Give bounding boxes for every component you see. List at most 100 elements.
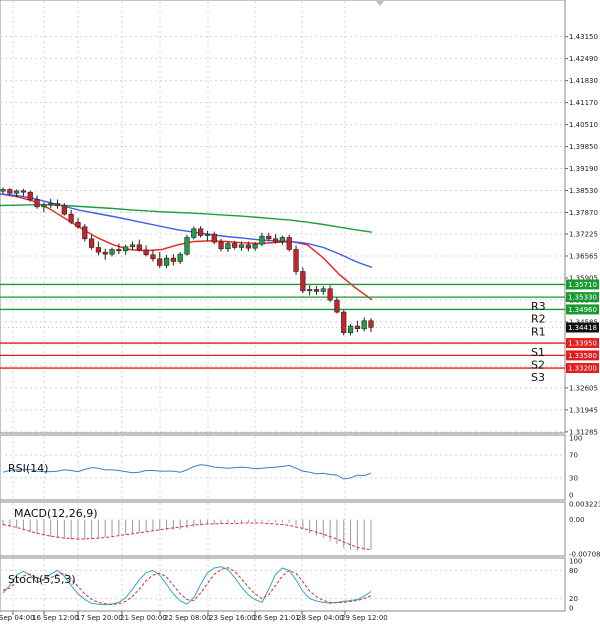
macd-tick-label: 0.003223: [569, 501, 600, 509]
stoch-tick-label: 100: [569, 558, 582, 566]
rsi-tick-label: 30: [569, 474, 578, 482]
candles: [0, 187, 374, 336]
candle-body: [341, 311, 347, 334]
candle-body: [354, 325, 360, 330]
candle-body: [286, 237, 292, 250]
level-price-label: 1.34960: [568, 306, 597, 314]
stoch-tick-label: 20: [569, 595, 578, 603]
candle-body: [300, 271, 306, 292]
stoch-tick-label: 80: [569, 567, 578, 575]
stoch-panel: 10080 20 0 Stoch(5,5,3): [0, 557, 582, 613]
candle-body: [170, 257, 176, 262]
candle-body: [0, 189, 6, 192]
current-price-label: 1.34418: [568, 324, 597, 332]
candle-body: [368, 320, 374, 328]
time-tick-label: 29 Sep 12:00: [341, 614, 388, 622]
candle-body: [34, 199, 40, 208]
price-tick-label: 1.38530: [569, 187, 598, 195]
rsi-series: [2, 464, 372, 480]
candle-body: [279, 237, 286, 242]
level-price-label: 1.35710: [568, 281, 597, 289]
price-tick-label: 1.40510: [569, 121, 598, 129]
time-tick-label: 28 Sep 04:00: [297, 614, 344, 622]
price-tick-label: 1.42490: [569, 55, 598, 63]
candle-body: [252, 243, 258, 249]
candle-body: [143, 249, 149, 256]
stoch-label: Stoch(5,5,3): [8, 573, 76, 586]
candle-body: [320, 288, 326, 292]
macd-panel: 0.0032230.00-0.007088 MACD(12,26,9): [0, 501, 600, 559]
candle-body: [7, 189, 13, 194]
stoch-grid: [0, 559, 565, 610]
level-name: S1: [531, 346, 545, 359]
candle-body: [218, 241, 224, 250]
rsi-tick-label: 70: [569, 452, 578, 460]
rsi-axis: 100 70 30 0: [569, 435, 582, 500]
candle-body: [313, 289, 320, 292]
candle-body: [102, 251, 108, 255]
level-name: S3: [531, 371, 545, 384]
candle-body: [177, 253, 183, 262]
price-tick-label: 1.36565: [569, 252, 598, 260]
level-name: R2: [531, 312, 546, 325]
candle-body: [41, 204, 47, 208]
candle-body: [20, 190, 27, 193]
candle-body: [211, 233, 217, 243]
rsi-tick-label: 100: [569, 435, 582, 443]
candle-body: [14, 190, 20, 194]
candle-body: [191, 228, 197, 238]
candle-body: [327, 288, 333, 301]
macd-histogram: [2, 519, 372, 551]
level-price-label: 1.33580: [568, 352, 597, 360]
candle-body: [204, 233, 211, 236]
stoch-axis: 10080 20 0: [569, 558, 582, 613]
candle-body: [88, 238, 95, 248]
candle-body: [27, 191, 33, 200]
price-grid: [0, 1, 565, 433]
candle-body: [245, 244, 251, 249]
time-axis: Sep 04:0016 Sep 12:0017 Sep 20:0021 Sep …: [0, 611, 388, 622]
moving-average-line: [0, 204, 373, 233]
candle-body: [238, 244, 245, 248]
level-name-r1: R1: [531, 325, 546, 338]
candle-body: [109, 249, 115, 255]
candle-body: [184, 237, 190, 255]
candle-body: [163, 257, 170, 266]
price-tick-label: 1.43150: [569, 33, 598, 41]
time-tick-label: 16 Sep 12:00: [32, 614, 79, 622]
candle-body: [116, 249, 122, 252]
rsi-label: RSI(14): [8, 462, 48, 475]
candle-body: [123, 246, 129, 252]
level-price-label: 1.33200: [568, 365, 597, 373]
candle-body: [272, 238, 279, 242]
macd-tick-label: 0.00: [569, 516, 585, 524]
candle-body: [347, 325, 354, 334]
price-tick-label: 1.39190: [569, 165, 598, 173]
candle-body: [48, 203, 54, 206]
candle-body: [334, 299, 340, 313]
rsi-grid: [0, 436, 565, 499]
price-tick-label: 1.41170: [569, 99, 598, 107]
level-price-label: 1.33950: [568, 340, 597, 348]
candle-body: [95, 247, 102, 253]
level-name: R3: [531, 300, 546, 313]
price-tick-label: 1.37870: [569, 209, 598, 217]
stoch-panel-frame: [0, 557, 566, 612]
rsi-panel: 100 70 30 0 RSI(14): [0, 434, 582, 501]
time-tick-label: 22 Sep 08:00: [164, 614, 211, 622]
candle-body: [259, 235, 265, 245]
time-tick-label: 26 Sep 21:01: [253, 614, 300, 622]
price-tick-label: 1.31945: [569, 406, 598, 414]
candle-body: [82, 226, 88, 240]
candle-body: [129, 244, 136, 248]
candle-body: [266, 235, 272, 240]
shift-marker-icon[interactable]: [376, 1, 384, 6]
price-tick-label: 1.32605: [569, 384, 598, 392]
macd-label: MACD(12,26,9): [14, 507, 98, 520]
candle-body: [307, 289, 313, 292]
candle-body: [232, 243, 238, 248]
candle-body: [150, 254, 156, 260]
candle-body: [61, 205, 67, 215]
candle-body: [157, 258, 163, 266]
time-tick-label: Sep 04:00: [0, 614, 35, 622]
